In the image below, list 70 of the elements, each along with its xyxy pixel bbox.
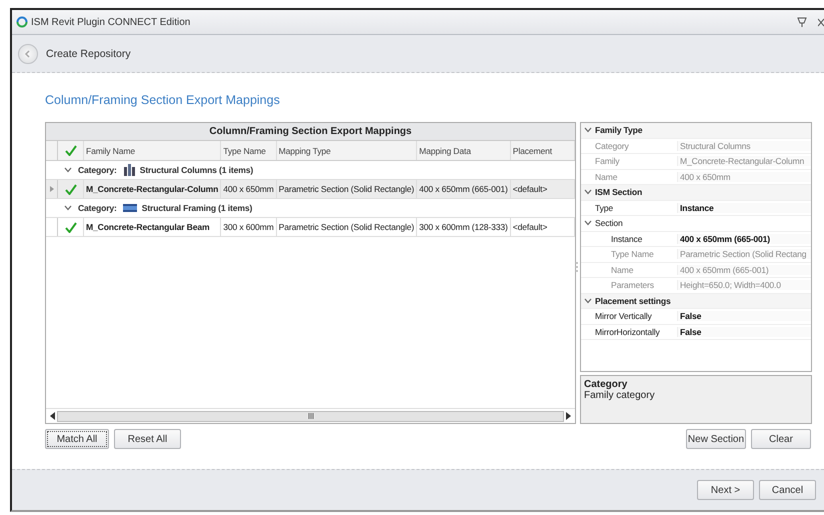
- scroll-left-icon[interactable]: [50, 412, 55, 420]
- property-label: Type: [595, 202, 614, 213]
- scroll-right-icon[interactable]: [566, 412, 571, 420]
- column-header[interactable]: Type Name: [221, 141, 277, 160]
- group-name: Structural Framing (1 items): [142, 203, 252, 213]
- property-value[interactable]: False: [677, 326, 811, 337]
- close-icon[interactable]: [818, 18, 824, 26]
- table-cell: M_Concrete-Rectangular-Column: [84, 180, 222, 198]
- property-label: Category: [595, 140, 630, 151]
- property-category: ISM Section: [595, 187, 642, 198]
- scrollbar-thumb[interactable]: [57, 410, 564, 422]
- grid-button[interactable]: Reset All: [114, 429, 181, 449]
- window-title: ISM Revit Plugin CONNECT Edition: [31, 16, 192, 28]
- group-label: Category:: [78, 203, 117, 213]
- property-label: Name: [610, 264, 634, 275]
- footer-button[interactable]: Cancel: [759, 480, 816, 500]
- collapse-icon[interactable]: [584, 220, 592, 226]
- table-cell: <default>: [510, 180, 575, 198]
- table-cell: 300 x 600mm: [221, 218, 277, 236]
- table-cell: 300 x 600mm (128-333): [417, 218, 511, 236]
- property-button[interactable]: New Section: [686, 429, 746, 449]
- check-icon[interactable]: [64, 222, 76, 232]
- table-cell: 400 x 650mm (665-001): [417, 180, 511, 198]
- property-label: Name: [595, 172, 618, 182]
- property-value[interactable]: False: [677, 311, 811, 322]
- table-cell: M_Concrete-Rectangular Beam: [84, 218, 222, 236]
- column-header[interactable]: Mapping Type: [276, 141, 418, 160]
- check-icon[interactable]: [64, 145, 76, 156]
- section-heading: Column/Framing Section Export Mappings: [45, 93, 281, 107]
- property-label: Family: [595, 156, 620, 166]
- collapse-icon[interactable]: [584, 298, 592, 304]
- check-icon[interactable]: [64, 184, 76, 194]
- property-value[interactable]: 400 x 650mm (665-001): [677, 234, 811, 244]
- table-cell: Parametric Section (Solid Rectangle): [276, 180, 418, 198]
- collapse-icon[interactable]: [584, 189, 592, 196]
- property-value[interactable]: Instance: [677, 202, 811, 213]
- collapse-icon[interactable]: [64, 205, 72, 211]
- property-label: Instance: [610, 234, 644, 244]
- grid-caption: Column/Framing Section Export Mappings: [46, 123, 575, 141]
- grid-button[interactable]: Match All: [45, 429, 109, 449]
- table-row[interactable]: M_Concrete-Rectangular-Column 400 x 650mm Parametric Section (Solid Rectangle) 400 x 650mm (665-001) <default>: [46, 180, 575, 199]
- pin-icon[interactable]: [797, 16, 807, 28]
- property-label: Mirror Vertically: [595, 311, 653, 322]
- property-category: Placement settings: [595, 296, 671, 306]
- table-cell: 400 x 650mm: [221, 180, 277, 198]
- property-button[interactable]: Clear: [751, 429, 811, 449]
- group-label: Category:: [78, 165, 117, 175]
- beam-icon: [122, 204, 137, 212]
- grip-icon: [308, 413, 314, 419]
- property-label: Section: [595, 218, 624, 228]
- property-category: Family Type: [595, 125, 642, 136]
- property-label: Parameters: [610, 280, 655, 290]
- column-header[interactable]: Family Name: [84, 141, 222, 160]
- app-logo-icon: [16, 16, 28, 28]
- table-cell: Parametric Section (Solid Rectangle): [276, 218, 418, 236]
- footer-button[interactable]: Next >: [697, 480, 754, 500]
- row-pointer-icon: [50, 186, 54, 192]
- property-label: MirrorHorizontally: [595, 326, 661, 337]
- column-header[interactable]: Placement: [510, 141, 575, 160]
- property-label: Type Name: [610, 249, 655, 260]
- column-header[interactable]: Mapping Data: [417, 141, 511, 160]
- table-row[interactable]: M_Concrete-Rectangular Beam 300 x 600mm Parametric Section (Solid Rectangle) 300 x 600mm (128-333) <default>: [46, 218, 575, 237]
- description-text: Family category: [584, 390, 656, 401]
- table-cell: <default>: [510, 218, 575, 236]
- collapse-icon[interactable]: [64, 167, 72, 173]
- collapse-icon[interactable]: [584, 127, 592, 134]
- group-name: Structural Columns (1 items): [140, 165, 254, 175]
- description-title: Category: [584, 379, 628, 390]
- page-title: Create Repository: [46, 48, 131, 60]
- columns-icon: [122, 164, 135, 176]
